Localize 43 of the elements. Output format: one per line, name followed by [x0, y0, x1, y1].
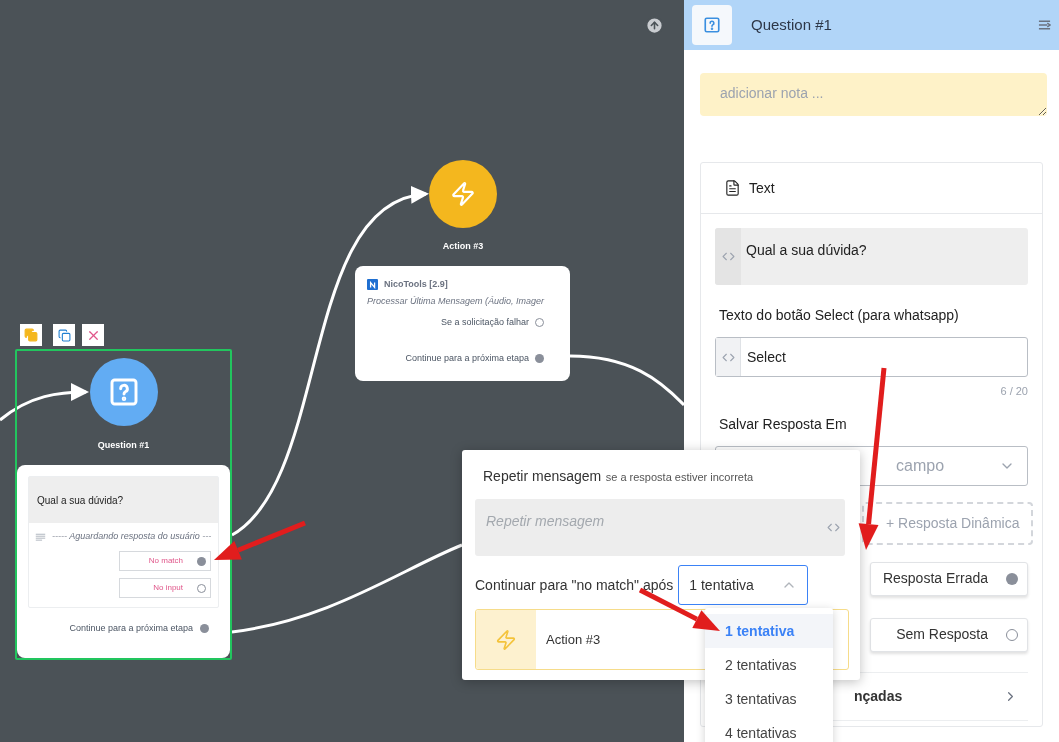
delete-button[interactable] — [82, 324, 104, 346]
question-node[interactable]: Question #1 Qual a sua dúvida? ----- Aguardando resposta do usuário --- No match No input Continue para a próxima etapa — [15, 349, 232, 660]
waiting-text: ----- Aguardando resposta do usuário --- — [52, 530, 212, 544]
field-label: Salvar Resposta Em — [719, 414, 848, 434]
action-card[interactable]: NicoTools [2.9] Processar Última Mensagem (Áudio, Imager Se a solicitação falhar Continue para a próxima etapa — [355, 266, 570, 381]
plugin-logo-icon — [367, 279, 378, 291]
code-icon — [721, 250, 735, 263]
lightning-icon — [495, 628, 517, 651]
section-title: Text — [749, 178, 775, 198]
outcome-port[interactable]: No match — [119, 551, 211, 571]
retry-label: Continuar para "no match" após — [475, 575, 674, 595]
outcome-button[interactable]: Resposta Errada — [870, 561, 1028, 596]
port-label: Se a solicitação falhar — [440, 316, 529, 329]
select-text-field[interactable]: Select — [715, 337, 1028, 377]
lightning-icon — [450, 181, 476, 207]
message-field[interactable]: Qual a sua dúvida? — [715, 228, 1028, 285]
retry-select[interactable]: 1 tentativa — [678, 565, 809, 605]
note-field[interactable]: adicionar nota ... — [700, 73, 1047, 116]
plugin-name: NicoTools [2.9] — [384, 278, 448, 291]
document-icon — [724, 178, 741, 198]
node-title: Action #3 — [441, 240, 485, 253]
code-icon — [827, 521, 840, 534]
message-text: Qual a sua dúvida? — [746, 241, 867, 260]
port-label: Continue para a próxima etapa — [405, 351, 529, 365]
question-icon — [703, 16, 721, 34]
duplicate-icon — [57, 328, 71, 342]
outcome-button[interactable]: Sem Resposta — [870, 617, 1028, 652]
action-description: Processar Última Mensagem (Áudio, Imager — [367, 294, 546, 308]
outcome-port[interactable]: No input — [119, 578, 211, 598]
menu-icon[interactable] — [1038, 19, 1051, 31]
scroll-up-icon[interactable] — [645, 16, 664, 35]
question-icon — [108, 376, 140, 408]
message-text: Qual a sua dúvida? — [37, 493, 124, 508]
action-name: Action #3 — [546, 630, 601, 649]
panel-title: Question #1 — [751, 14, 832, 35]
lines-icon — [35, 533, 46, 541]
copy-button[interactable] — [20, 324, 42, 346]
duplicate-button[interactable] — [53, 324, 75, 346]
character-counter: 6 / 20 — [1000, 384, 1028, 399]
copy-icon — [24, 328, 38, 342]
field-label: Texto do botão Select (para whatsapp) — [719, 306, 960, 325]
port-label: Continue para a próxima etapa — [69, 622, 193, 635]
node-title: Question #1 — [96, 439, 151, 452]
